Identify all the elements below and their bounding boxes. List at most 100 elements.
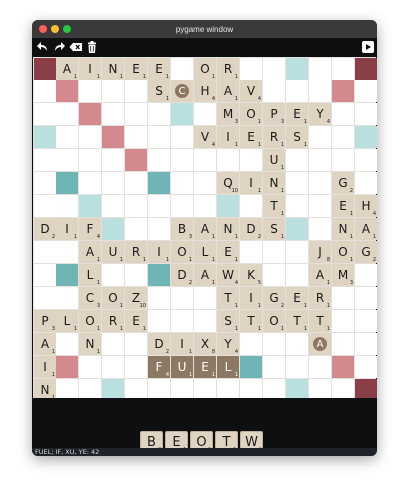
board-cell[interactable] (309, 126, 331, 148)
board-tile[interactable]: N1 (102, 58, 124, 80)
board-tile[interactable]: A1 (194, 264, 216, 286)
premium-cell-tw[interactable] (355, 58, 377, 80)
board-cell[interactable] (263, 241, 285, 263)
board-tile[interactable]: P3 (34, 310, 56, 332)
board-cell[interactable] (125, 356, 147, 378)
board-cell[interactable] (309, 356, 331, 378)
board-tile[interactable]: E1 (240, 126, 262, 148)
board-tile[interactable]: O1 (102, 287, 124, 309)
board-tile[interactable]: N1 (332, 218, 354, 240)
zoom-window-button[interactable] (63, 25, 71, 33)
board-cell[interactable] (125, 195, 147, 217)
board-tile[interactable]: G2 (355, 241, 377, 263)
board-tile[interactable]: A1 (56, 58, 78, 80)
board-tile[interactable]: I1 (79, 58, 101, 80)
board-cell[interactable] (34, 80, 56, 102)
board-cell[interactable] (171, 149, 193, 171)
board-cell[interactable] (171, 287, 193, 309)
board-tile[interactable]: L1 (79, 264, 101, 286)
premium-cell-dl[interactable] (102, 218, 124, 240)
board-cell[interactable] (148, 310, 170, 332)
board-cell[interactable] (148, 149, 170, 171)
board-cell[interactable] (79, 80, 101, 102)
board-cell[interactable] (79, 356, 101, 378)
board-cell[interactable] (56, 103, 78, 125)
board-tile[interactable]: A1 (194, 218, 216, 240)
minimize-window-button[interactable] (51, 25, 59, 33)
board-cell[interactable] (194, 310, 216, 332)
premium-cell-tw[interactable] (34, 58, 56, 80)
board-cell[interactable] (171, 195, 193, 217)
board-tile[interactable]: R1 (309, 287, 331, 309)
board-cell[interactable] (148, 103, 170, 125)
board-tile[interactable]: R1 (217, 58, 239, 80)
premium-cell-dw[interactable] (56, 356, 78, 378)
board-cell[interactable] (263, 58, 285, 80)
board-cell[interactable] (171, 310, 193, 332)
board-tile[interactable]: E1 (286, 287, 308, 309)
board-tile[interactable]: N1 (79, 333, 101, 355)
board-tile[interactable]: D2 (171, 264, 193, 286)
board-cell[interactable] (102, 264, 124, 286)
board-cell[interactable] (56, 149, 78, 171)
board-cell[interactable] (194, 195, 216, 217)
trash-icon[interactable] (85, 40, 99, 54)
board-tile[interactable]: O1 (194, 58, 216, 80)
board-tile[interactable]: A1 (309, 264, 331, 286)
board-tile[interactable]: R1 (263, 126, 285, 148)
board-cell[interactable] (148, 195, 170, 217)
board-cell[interactable] (194, 172, 216, 194)
premium-cell-dl[interactable] (171, 103, 193, 125)
board-cell[interactable] (194, 149, 216, 171)
board-cell[interactable] (240, 195, 262, 217)
board-tile[interactable]: I1 (240, 287, 262, 309)
board-cell[interactable] (332, 287, 354, 309)
board-tile[interactable]: L1 (56, 310, 78, 332)
board-cell[interactable] (34, 172, 56, 194)
blank-tile[interactable]: A (309, 333, 331, 355)
board-cell[interactable] (355, 149, 377, 171)
board-cell[interactable] (332, 103, 354, 125)
close-window-button[interactable] (39, 25, 47, 33)
premium-cell-dl[interactable] (217, 195, 239, 217)
board-cell[interactable] (332, 149, 354, 171)
premium-cell-tl[interactable] (56, 172, 78, 194)
premium-cell-dw[interactable] (102, 126, 124, 148)
board-cell[interactable] (286, 356, 308, 378)
board-cell[interactable] (148, 126, 170, 148)
board-cell[interactable] (125, 218, 147, 240)
board-tile[interactable]: I1 (34, 356, 56, 378)
board-cell[interactable] (34, 287, 56, 309)
board-tile[interactable]: F4 (79, 218, 101, 240)
board-cell[interactable] (102, 356, 124, 378)
board-tile[interactable]: O1 (332, 241, 354, 263)
board-cell[interactable] (56, 195, 78, 217)
board-cell[interactable] (240, 333, 262, 355)
board-cell[interactable] (148, 218, 170, 240)
board-cell[interactable] (56, 126, 78, 148)
board-tile[interactable]: I1 (171, 333, 193, 355)
board-cell[interactable] (102, 103, 124, 125)
board-tile[interactable]: T1 (240, 310, 262, 332)
premium-cell-dl[interactable] (286, 58, 308, 80)
board-cell[interactable] (79, 172, 101, 194)
premium-cell-dl[interactable] (286, 218, 308, 240)
premium-cell-dw[interactable] (125, 149, 147, 171)
premium-cell-dl[interactable] (34, 126, 56, 148)
board-tile[interactable]: D2 (240, 218, 262, 240)
board-cell[interactable] (286, 264, 308, 286)
board-cell[interactable] (309, 218, 331, 240)
board-cell[interactable] (125, 333, 147, 355)
board-tile[interactable]: M3 (332, 264, 354, 286)
board-tile[interactable]: A1 (79, 241, 101, 263)
board-cell[interactable] (309, 80, 331, 102)
board-tile[interactable]: B3 (171, 218, 193, 240)
board-tile[interactable]: T1 (263, 195, 285, 217)
board-cell[interactable] (286, 195, 308, 217)
board-tile[interactable]: I1 (56, 218, 78, 240)
blank-tile[interactable]: C (171, 80, 193, 102)
board-cell[interactable] (355, 287, 377, 309)
board-tile[interactable]: K5 (240, 264, 262, 286)
board-cell[interactable] (194, 287, 216, 309)
board-tile[interactable]: O1 (171, 241, 193, 263)
